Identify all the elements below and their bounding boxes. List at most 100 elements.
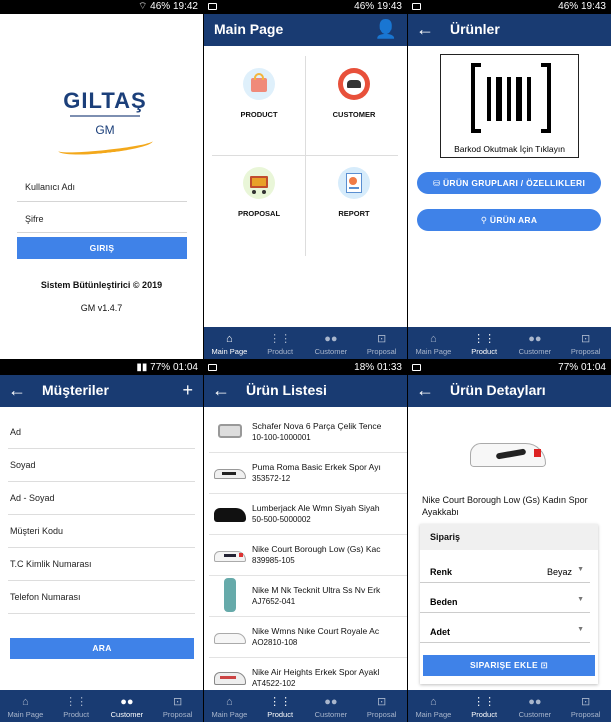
battery-percent: 46% bbox=[150, 1, 171, 12]
nav-proposal[interactable]: ⊡ Proposal bbox=[560, 690, 611, 722]
username-field[interactable]: Kullanıcı Adı bbox=[17, 172, 187, 202]
status-bar: ⌔ 46% 19:42 bbox=[0, 0, 203, 14]
customer-group-icon bbox=[338, 68, 370, 100]
footer-copyright: Sistem Bütünleştirici © 2019 bbox=[40, 280, 163, 290]
status-bar: 77% 01:04 bbox=[408, 361, 611, 375]
search-button[interactable]: ARA bbox=[10, 638, 194, 659]
nav-customer[interactable]: ●● Customer bbox=[510, 690, 561, 722]
size-select[interactable]: Beden ▼ bbox=[420, 591, 590, 613]
app-bar: ← Müşteriler + bbox=[0, 375, 203, 407]
nav-main-page[interactable]: ⌂ Main Page bbox=[204, 327, 255, 359]
app-bar: ← Ürün Detayları bbox=[408, 375, 611, 407]
nav-main-page[interactable]: ⌂ Main Page bbox=[408, 327, 459, 359]
nav-proposal[interactable]: ⊡ Proposal bbox=[356, 690, 407, 722]
urun-detay-screen: 77% 01:04 ← Ürün Detayları Nike Court Bo… bbox=[408, 361, 611, 722]
nav-proposal[interactable]: ⊡ Proposal bbox=[152, 690, 203, 722]
product-list-item[interactable]: Lumberjack Ale Wmn Siyah Siyah 50-500-50… bbox=[209, 494, 407, 535]
nav-main-page[interactable]: ⌂ Main Page bbox=[204, 690, 255, 722]
nav-proposal[interactable]: ⊡ Proposal bbox=[560, 327, 611, 359]
color-select[interactable]: Renk Beyaz ▼ bbox=[420, 561, 590, 583]
product-list-item[interactable]: Nike Wmns Nıke Court Royale Ac AO2810-10… bbox=[209, 617, 407, 658]
quantity-select[interactable]: Adet ▼ bbox=[420, 621, 590, 643]
login-button[interactable]: GIRIŞ bbox=[17, 237, 187, 259]
grid-divider-horizontal bbox=[212, 155, 398, 156]
menu-proposal[interactable]: PROPOSAL bbox=[209, 167, 309, 218]
product-list-item[interactable]: Puma Roma Basic Erkek Spor Ayı 353572-12 bbox=[209, 453, 407, 494]
nav-product[interactable]: ⋮⋮ Product bbox=[255, 690, 306, 722]
menu-label: PROPOSAL bbox=[237, 209, 281, 218]
menu-product[interactable]: PRODUCT bbox=[209, 68, 309, 119]
barcode-scan-box[interactable]: Barkod Okutmak İçin Tıklayın bbox=[440, 54, 579, 158]
logo-text: GILTAŞ bbox=[63, 88, 147, 113]
product-groups-button[interactable]: ⛁ ÜRÜN GRUPLARI / ÖZELLIKLERI bbox=[417, 172, 601, 194]
battery-percent: 46% bbox=[558, 1, 579, 12]
dropdown-arrow-icon: ▼ bbox=[577, 596, 584, 603]
product-list-item[interactable]: Nike Court Borough Low (Gs) Kac 839985-1… bbox=[209, 535, 407, 576]
back-arrow-icon[interactable]: ← bbox=[416, 380, 434, 400]
menu-customer[interactable]: CUSTOMER bbox=[304, 68, 404, 119]
add-to-order-button[interactable]: SIPARIŞE EKLE ⊡ bbox=[423, 655, 595, 676]
password-field[interactable]: Şifre bbox=[17, 203, 187, 233]
nav-customer[interactable]: ●● Customer bbox=[306, 327, 357, 359]
basket-icon: ⛁ bbox=[432, 178, 441, 188]
product-name: Nike Court Borough Low (Gs) Kadın Spor A… bbox=[422, 495, 588, 517]
menu-report[interactable]: REPORT bbox=[304, 167, 404, 218]
nav-main-page[interactable]: ⌂ Main Page bbox=[0, 690, 51, 722]
field-telefon[interactable]: Telefon Numarası bbox=[8, 581, 195, 614]
dropdown-arrow-icon: ▼ bbox=[577, 626, 584, 633]
status-time: 19:43 bbox=[376, 1, 402, 12]
nav-customer[interactable]: ●● Customer bbox=[306, 690, 357, 722]
nav-proposal[interactable]: ⊡ Proposal bbox=[356, 327, 407, 359]
urunler-screen: 46% 19:43 ← Ürünler Barkod Okutmak İçin … bbox=[408, 0, 611, 359]
order-header: Sipariş bbox=[420, 524, 598, 550]
nav-product[interactable]: ⋮⋮ Product bbox=[459, 690, 510, 722]
shopping-bag-icon bbox=[243, 68, 275, 100]
page-title: Main Page bbox=[214, 21, 284, 37]
bottom-navigation: ⌂ Main Page ⋮⋮ Product ●● Customer ⊡ Proposa… bbox=[204, 327, 407, 359]
shoe-image bbox=[214, 625, 246, 647]
nav-product[interactable]: ⋮⋮ Product bbox=[255, 327, 306, 359]
product-search-button[interactable]: ⚲ ÜRÜN ARA bbox=[417, 209, 601, 231]
nav-product[interactable]: ⋮⋮ Product bbox=[459, 327, 510, 359]
page-title: Ürün Listesi bbox=[246, 382, 327, 398]
app-bar: Main Page 👤 bbox=[204, 14, 407, 46]
back-arrow-icon[interactable]: ← bbox=[416, 19, 434, 39]
cart-icon: ⊡ bbox=[581, 696, 591, 708]
status-bar: 46% 19:43 bbox=[204, 0, 407, 14]
grid-icon: ⋮⋮ bbox=[269, 696, 292, 708]
cart-icon: ⊡ bbox=[581, 333, 591, 345]
nav-customer[interactable]: ●● Customer bbox=[510, 327, 561, 359]
shoe-image bbox=[214, 502, 246, 524]
report-icon bbox=[338, 167, 370, 199]
page-title: Ürün Detayları bbox=[450, 382, 546, 398]
back-arrow-icon[interactable]: ← bbox=[212, 380, 230, 400]
people-icon: ●● bbox=[528, 333, 542, 345]
product-list-item[interactable]: Nike M Nk Tecknit Ultra Ss Nv Erk AJ7652… bbox=[209, 576, 407, 617]
nav-main-page[interactable]: ⌂ Main Page bbox=[408, 690, 459, 722]
status-bar: ▮▮ 77% 01:04 bbox=[0, 361, 203, 375]
people-icon: ●● bbox=[324, 696, 338, 708]
logo-swoosh bbox=[57, 134, 153, 158]
main-page-screen: 46% 19:43 Main Page 👤 PRODUCT CUSTOMER P… bbox=[204, 0, 407, 359]
cart-icon: ⊡ bbox=[377, 333, 387, 345]
grid-icon: ⋮⋮ bbox=[65, 696, 88, 708]
nav-customer[interactable]: ●● Customer bbox=[102, 690, 153, 722]
battery-percent: 46% bbox=[354, 1, 375, 12]
giltas-logo: GILTAŞ GM bbox=[55, 88, 155, 158]
status-time: 01:04 bbox=[580, 362, 606, 373]
add-customer-button[interactable]: + bbox=[182, 380, 193, 400]
user-icon[interactable]: 👤 bbox=[375, 19, 397, 39]
bottom-navigation: ⌂ Main Page ⋮⋮ Product ●● Customer ⊡ Proposa… bbox=[408, 690, 611, 722]
field-ad[interactable]: Ad bbox=[8, 416, 195, 449]
back-arrow-icon[interactable]: ← bbox=[8, 380, 26, 400]
product-list-item[interactable]: Schafer Nova 6 Parça Çelik Tence 10-100-… bbox=[209, 412, 407, 453]
status-time: 01:33 bbox=[376, 362, 402, 373]
home-icon: ⌂ bbox=[226, 696, 233, 708]
field-tc-kimlik[interactable]: T.C Kimlik Numarası bbox=[8, 548, 195, 581]
status-time: 19:42 bbox=[172, 1, 198, 12]
field-ad-soyad[interactable]: Ad - Soyad bbox=[8, 482, 195, 515]
grid-icon: ⋮⋮ bbox=[473, 333, 496, 345]
field-musteri-kodu[interactable]: Müşteri Kodu bbox=[8, 515, 195, 548]
nav-product[interactable]: ⋮⋮ Product bbox=[51, 690, 102, 722]
field-soyad[interactable]: Soyad bbox=[8, 449, 195, 482]
